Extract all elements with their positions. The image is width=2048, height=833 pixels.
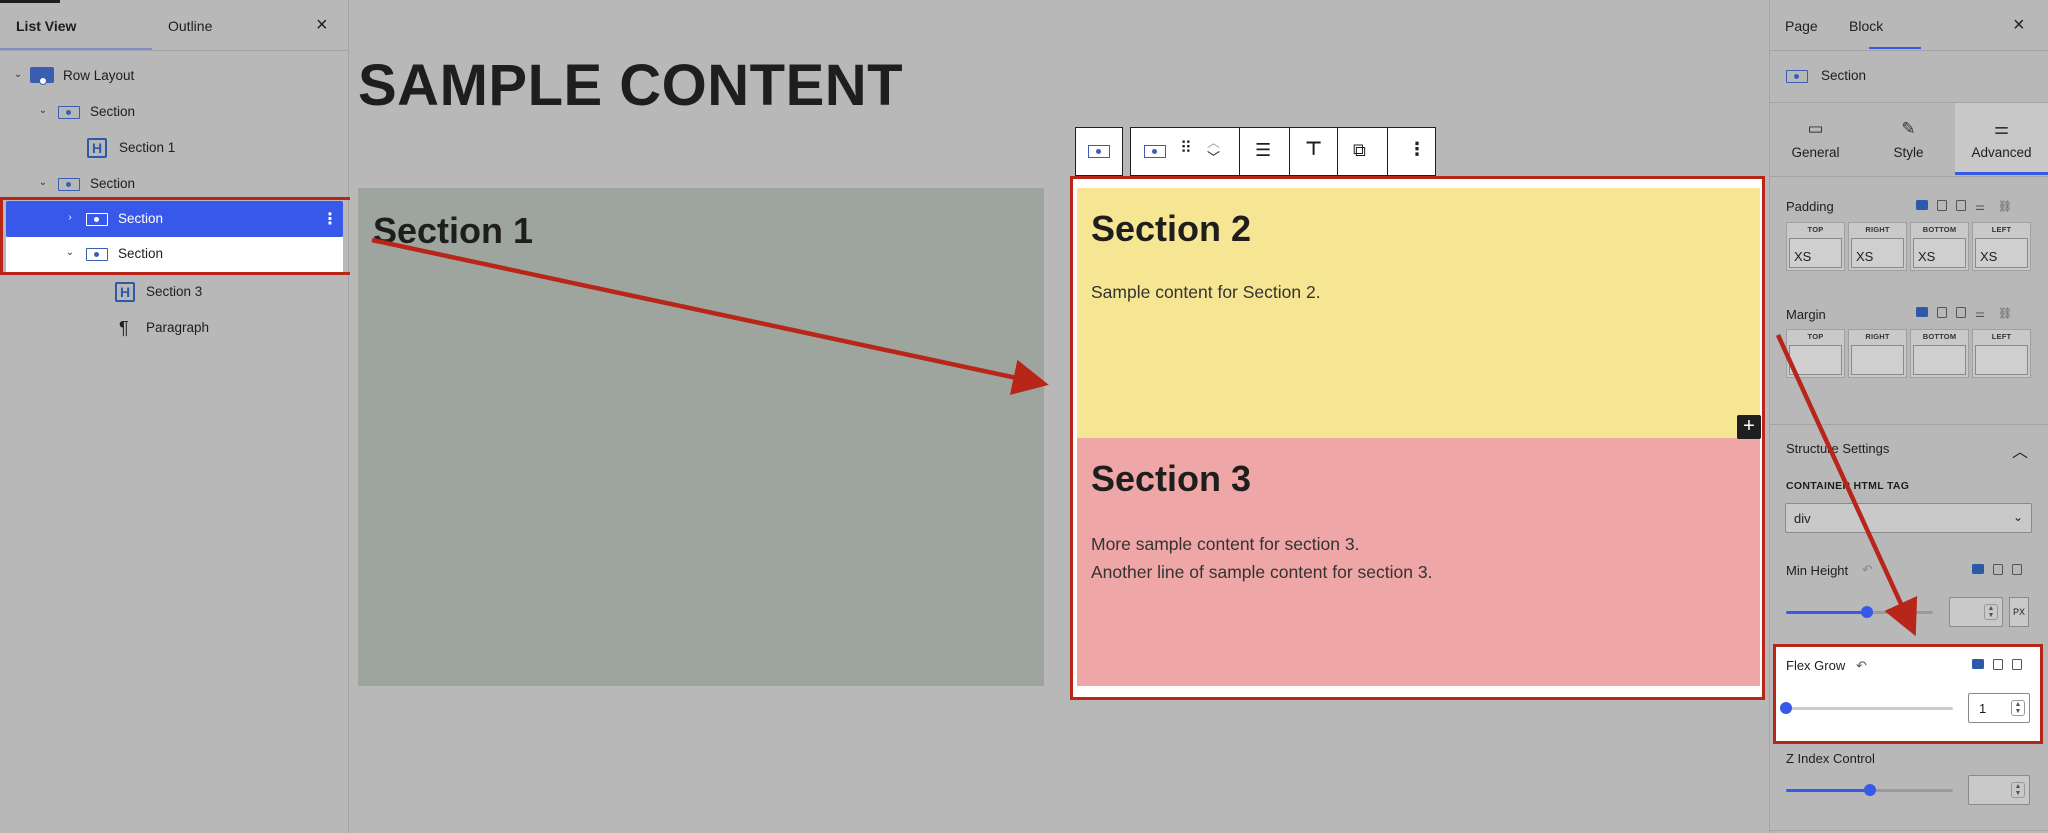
arrow-to-sections xyxy=(371,237,1049,395)
arrow-to-flex-grow xyxy=(1775,334,1918,637)
annotation-arrows xyxy=(371,237,1918,637)
